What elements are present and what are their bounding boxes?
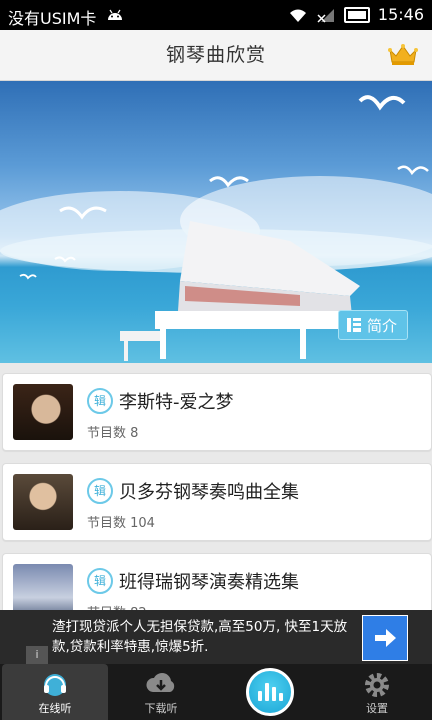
tab-label: 下载听 [144,702,178,715]
tab-download[interactable]: 下载听 [108,664,214,720]
page-title: 钢琴曲欣赏 [165,44,266,66]
signal-icon [317,8,334,23]
list-icon [346,318,361,332]
list-item[interactable]: 辑 李斯特-爱之梦 节目数 8 [2,373,432,451]
album-cover [13,474,73,530]
album-count: 节目数 8 [87,426,139,441]
wifi-icon [289,9,306,22]
ad-info-icon[interactable]: i [26,646,48,664]
arrow-right-icon [375,629,396,647]
ad-text: 渣打现贷派个人无担保贷款,高至50万, 快至1天放款,贷款利率特惠,惊爆5折. [52,619,348,655]
list-item[interactable]: 辑 贝多芬钢琴奏鸣曲全集 节目数 104 [2,463,432,541]
ad-arrow-button[interactable] [362,615,408,661]
intro-label: 简介 [366,316,397,335]
android-icon [108,9,122,20]
cloud-download-icon [146,673,175,692]
album-title: 贝多芬钢琴奏鸣曲全集 [119,482,299,503]
album-title: 李斯特-爱之梦 [119,392,234,413]
tab-settings[interactable]: 设置 [324,664,430,720]
title-bar: 钢琴曲欣赏 [0,30,432,81]
bottom-tab-bar: 在线听 下载听 设置 [0,664,432,720]
banner-image[interactable]: 简介 [0,81,432,363]
album-cover [13,384,73,440]
status-bar: 没有USIM卡 15:46 [0,0,432,30]
gear-icon [365,673,389,697]
battery-icon [343,6,370,23]
tab-label: 在线听 [38,702,72,715]
clock: 15:46 [377,5,424,24]
tab-online[interactable]: 在线听 [2,664,108,720]
intro-button[interactable]: 简介 [337,310,408,340]
ad-banner[interactable]: 渣打现贷派个人无担保贷款,高至50万, 快至1天放款,贷款利率特惠,惊爆5折. … [0,610,432,664]
album-badge: 辑 [87,388,113,414]
album-badge: 辑 [87,568,113,594]
carrier-text: 没有USIM卡 [8,9,97,28]
album-title: 班得瑞钢琴演奏精选集 [119,572,299,593]
album-badge: 辑 [87,478,113,504]
album-count: 节目数 104 [87,516,155,531]
headphones-icon [44,674,66,696]
tab-label: 设置 [366,702,388,715]
player-button[interactable] [246,668,294,716]
equalizer-icon [257,683,283,701]
crown-icon[interactable] [388,42,418,66]
